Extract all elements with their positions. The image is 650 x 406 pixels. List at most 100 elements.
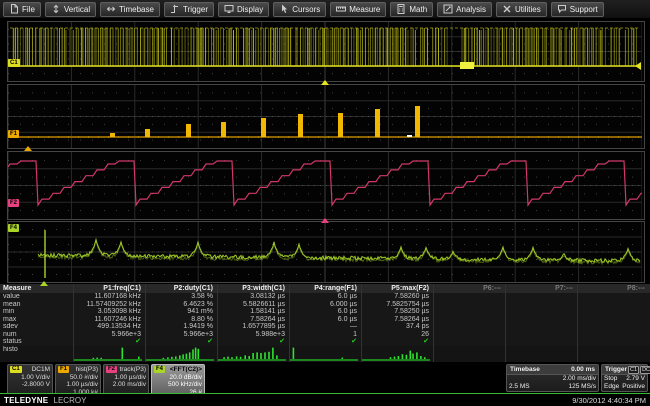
f4-peak-marker[interactable] [40,281,48,286]
measure-col-header-4[interactable]: P4:range(F1) [289,284,361,293]
trigger-panel[interactable]: Trigger C1DC Stop 2.79 V Edge Positive [601,364,648,392]
trigger-level: 2.79 V [626,375,645,383]
menu-item-file[interactable]: File [3,2,41,17]
menu-item-label: Utilities [515,5,541,14]
measure-col-header-3[interactable]: P3:width(C1) [217,284,289,293]
oscilloscope-app: File Vertical Timebase Trigger Display Cursor… [0,0,650,406]
measure-row-max: max11.607246 kHz8.80 %7.58264 µs6.0 µs7.… [0,316,650,324]
menu-item-timebase[interactable]: Timebase [100,2,160,17]
measure-histo-cell [217,346,289,362]
menu-bar: File Vertical Timebase Trigger Display Cursor… [0,0,650,18]
support-icon [557,4,567,14]
trigger-badges: C1DC [627,366,650,374]
display-icon [224,4,234,14]
math-icon [396,4,406,14]
measure-row-sdev: sdev499.13534 Hz1.9419 %1.6577895 µs—37.… [0,323,650,331]
measure-col-header-1[interactable]: P1:freq(C1) [73,284,145,293]
channel-tag-f4[interactable]: F4 [8,224,19,232]
menu-item-display[interactable]: Display [218,2,269,17]
descriptor-tag-f4: F4 [154,366,165,373]
measure-histo-cell [433,346,505,362]
measure-cell: 7.58250 µs [361,308,433,316]
f2-center-marker[interactable] [321,218,329,223]
measure-col-header-8[interactable]: P8:--- [577,284,649,293]
measure-col-header-7[interactable]: P7:--- [505,284,577,293]
timebase-scale: 2.00 ms/div [563,375,596,383]
menu-item-math[interactable]: Math [390,2,433,17]
descriptor-title: track(P3) [120,366,146,374]
measure-table: MeasureP1:freq(C1)P2:duty(C1)P3:width(C1… [0,284,650,362]
histicon-sparkline [74,346,142,361]
menu-item-analysis[interactable]: Analysis [437,2,492,17]
descriptor-title: DC1M [32,366,50,374]
measure-col-header-6[interactable]: P6:--- [433,284,505,293]
menu-item-label: Analysis [456,5,486,14]
datetime-display: 9/30/2012 4:40:34 PM [572,396,646,405]
measure-cell [505,331,577,339]
measure-cell [577,308,649,316]
measure-cell [505,316,577,324]
measure-histo-cell [73,346,145,362]
descriptor-title-row: C1DC1M [10,366,50,374]
measure-row-min: min3.053098 kHz941 m%1.58141 µs6.0 µs7.5… [0,308,650,316]
measure-cell: 6.0 µs [289,316,361,324]
grid-c1-canvas [8,22,642,81]
measure-row-label: value [0,293,73,301]
measure-cell [505,308,577,316]
measure-cell [433,293,505,301]
menu-item-utilities[interactable]: Utilities [496,2,547,17]
measure-cell: 6.0 µs [289,308,361,316]
menu-item-vertical[interactable]: Vertical [45,2,96,17]
trigger-header: Trigger C1DC [602,365,647,375]
grid-f1[interactable]: F1 [7,84,645,149]
measure-cell: 1 [289,331,361,339]
measure-status-cell: ✔ [145,338,217,346]
descriptor-value: -2.8000 V [10,381,50,389]
menu-item-label: File [22,5,35,14]
menu-item-label: Vertical [64,5,90,14]
measure-row-label: sdev [0,323,73,331]
measure-row-num: num5.966e+35.966e+35.988e+3126 [0,331,650,339]
brand-teledyne: TELEDYNE [4,396,48,405]
status-check-icon: ✔ [423,338,429,345]
menu-item-label: Support [570,5,598,14]
measure-row-mean: mean11.57409252 kHz6.4623 %5.5826611 µs6… [0,301,650,309]
measure-status-cell: ✔ [217,338,289,346]
channel-tag-c1[interactable]: C1 [8,59,20,67]
measure-col-header-2[interactable]: P2:duty(C1) [145,284,217,293]
utilities-icon [502,4,512,14]
trigger-type: Edge [604,383,619,391]
timebase-icon [106,4,116,14]
menu-item-support[interactable]: Support [551,2,604,17]
status-check-icon: ✔ [207,338,213,345]
menu-item-label: Measure [349,5,380,14]
menu-item-trigger[interactable]: Trigger [164,2,214,17]
measure-col-header-5[interactable]: P5:max(F2) [361,284,433,293]
f1-origin-marker[interactable] [24,146,32,151]
measure-cell [505,293,577,301]
measure-cell: 8.80 % [145,316,217,324]
menu-item-cursors[interactable]: Cursors [273,2,326,17]
measure-row-label: histo [0,346,73,362]
trigger-time-marker[interactable] [321,80,329,85]
cursors-icon [279,4,289,14]
menu-item-measure[interactable]: Measure [330,2,386,17]
grid-f2[interactable]: F2 [7,151,645,220]
descriptor-tag-f1: F1 [58,366,69,373]
trigger-type-row: Edge Positive [604,383,645,391]
channel-tag-f1[interactable]: F1 [8,130,19,138]
descriptor-value: 1.00 µs/div [58,381,98,389]
measure-cell: 5.966e+3 [73,331,145,339]
measure-cell [433,316,505,324]
channel-tag-f2[interactable]: F2 [8,199,19,207]
measure-cell [433,331,505,339]
measure-cell: 5.988e+3 [217,331,289,339]
trigger-source-badge: C1 [628,366,639,374]
measure-row-value: value11.607168 kHz3.58 %3.08132 µs6.0 µs… [0,293,650,301]
status-check-icon: ✔ [135,338,141,345]
grid-c1[interactable]: C1 [7,21,645,82]
trigger-mode-row: Stop 2.79 V [604,375,645,383]
measure-cell: 6.0 µs [289,293,361,301]
timebase-panel[interactable]: Timebase 0.00 ms 2.00 ms/div 2.5 MS 125 … [506,364,599,392]
grid-f4[interactable]: F4 [7,221,645,283]
